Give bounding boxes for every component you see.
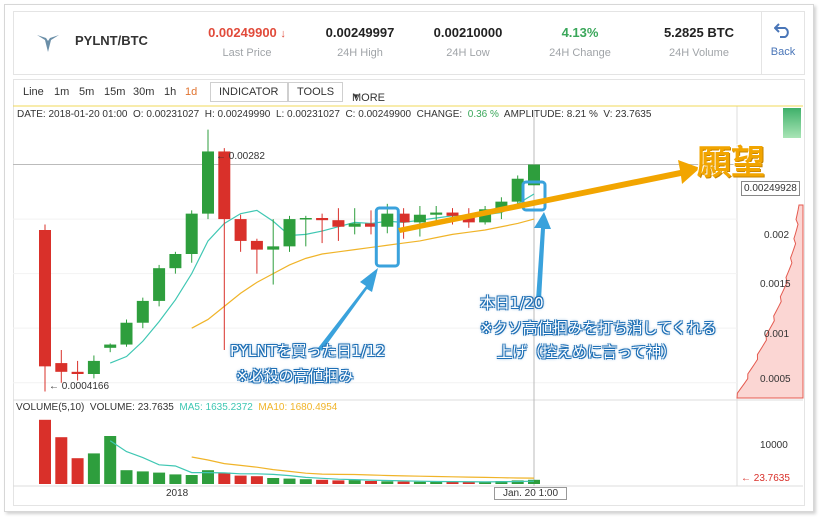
volume-bar — [250, 476, 263, 484]
candle-body — [104, 344, 117, 348]
volume-bar — [87, 453, 100, 484]
volume-info-line: VOLUME(5,10) VOLUME: 23.7635 MA5: 1635.2… — [16, 402, 337, 413]
candle-body — [413, 214, 426, 223]
volume-bar — [39, 419, 51, 484]
price-tick-4: 0.0005 — [760, 374, 791, 385]
candle-body — [446, 212, 459, 216]
volume-bar — [55, 437, 68, 484]
wish-annotation: 願望 — [697, 143, 765, 183]
time-cursor-label: Jan. 20 1:00 — [494, 487, 568, 500]
vol-ma10: MA10: 1680.4954 — [258, 402, 338, 413]
volume-bar — [381, 481, 394, 484]
buy-note-line2: ※必殺の高値掴み — [236, 367, 354, 385]
candle-body — [283, 219, 296, 247]
price-chart-svg[interactable] — [0, 0, 820, 518]
depth-bid-bar — [783, 108, 801, 138]
volume-bar — [365, 481, 377, 484]
volume-current-value: 23.7635 — [753, 473, 790, 484]
volume-bar — [169, 474, 182, 484]
candle-body — [185, 213, 198, 254]
volume-bar — [71, 458, 84, 484]
volume-tick: 10000 — [760, 440, 788, 451]
volume-bar — [153, 472, 166, 484]
today-note-line3: 上げ（控えめに言って神） — [497, 343, 677, 361]
volume-bar — [316, 479, 329, 484]
volume-bar — [413, 481, 426, 484]
volume-current-tag: ← 23.7635 — [741, 473, 790, 484]
candle-body — [202, 151, 214, 214]
volume-bar — [299, 479, 312, 484]
candle-body — [39, 230, 51, 367]
volume-bar — [528, 479, 540, 484]
candle-body — [332, 220, 345, 227]
candle-body — [87, 360, 100, 374]
candle-body — [234, 219, 247, 241]
volume-bar — [397, 481, 410, 484]
price-tick-3: 0.001 — [764, 329, 790, 340]
vol-ma5: MA5: 1635.2372 — [179, 402, 253, 413]
volume-bar — [283, 478, 296, 484]
vol-value: VOLUME: 23.7635 — [89, 402, 174, 413]
time-label-2018: 2018 — [166, 488, 189, 499]
today-pointer-arrow — [534, 212, 551, 300]
price-tick-1: 0.002 — [764, 230, 790, 241]
price-tick-2: 0.0015 — [760, 279, 791, 290]
low-marker: ← 0.0004166 — [49, 381, 110, 392]
wish-arrow — [398, 160, 700, 233]
candle-body — [250, 240, 263, 250]
candle-body — [348, 223, 361, 227]
volume-bar — [136, 471, 149, 484]
candle-body — [381, 213, 394, 227]
volume-ma10-line — [191, 456, 535, 479]
volume-bar — [120, 470, 133, 484]
buy-pointer-arrow — [318, 268, 378, 351]
candle-body — [55, 363, 68, 372]
high-marker: ← 0.00282 — [216, 151, 265, 162]
candle-body — [120, 322, 133, 345]
candle-body — [169, 254, 182, 269]
volume-bar — [430, 481, 443, 484]
volume-bar — [332, 480, 345, 484]
volume-bar — [267, 478, 280, 484]
candle-body — [267, 246, 280, 250]
volume-bar — [218, 472, 231, 484]
buy-note-line1: PYLNTを買った日1/12 — [230, 342, 386, 360]
candle-body — [136, 300, 149, 323]
vol-title: VOLUME(5,10) — [16, 402, 85, 413]
candle-body — [316, 218, 329, 221]
volume-bar — [185, 475, 198, 484]
candle-body — [299, 218, 312, 220]
volume-bar — [234, 475, 247, 484]
today-note-line2: ※クソ高値掴みを打ち消してくれる — [480, 319, 717, 337]
candle-body — [430, 212, 443, 215]
candle-body — [71, 371, 84, 374]
candle-body — [153, 268, 166, 301]
today-note-line1: 本日1/20 — [480, 294, 544, 312]
volume-bar — [348, 480, 361, 484]
